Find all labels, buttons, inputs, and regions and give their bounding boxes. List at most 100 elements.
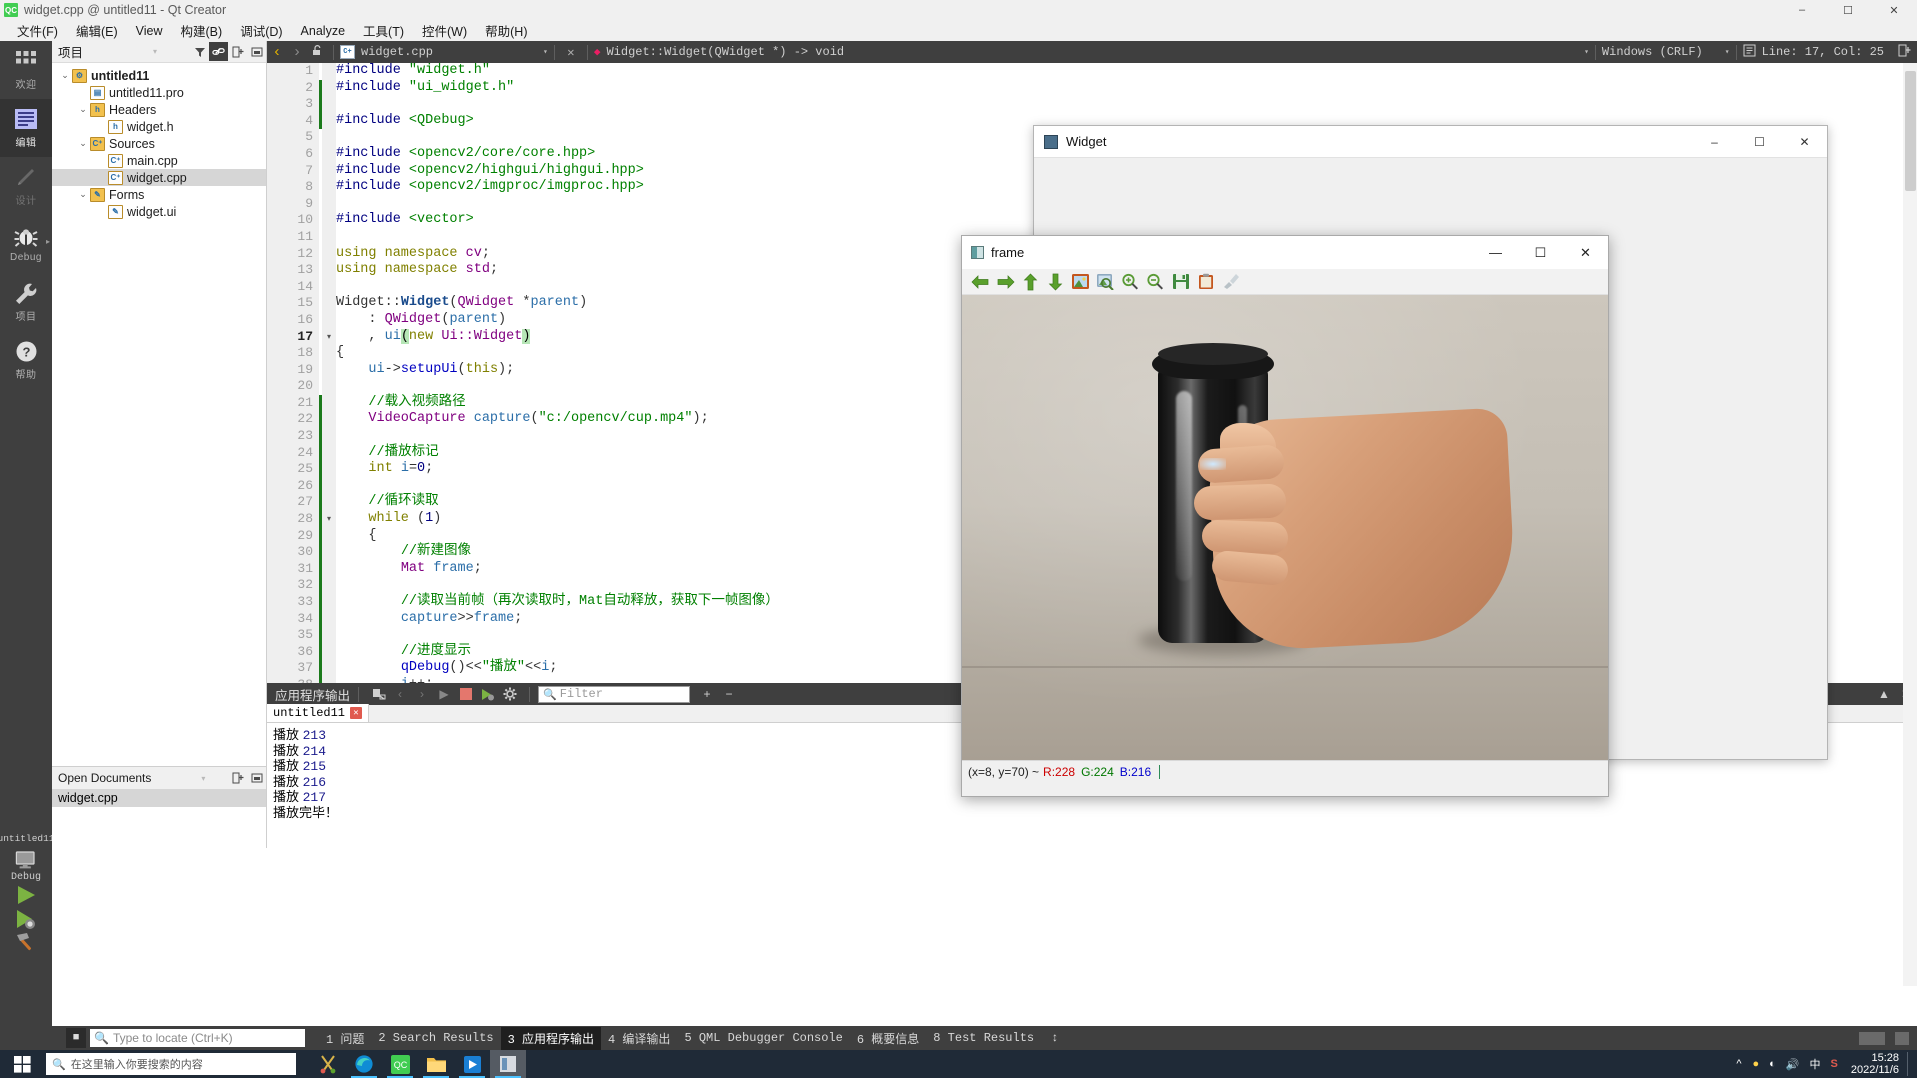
settings-icon[interactable] [499,684,521,704]
run-button[interactable] [0,883,52,907]
split-icon[interactable] [228,42,247,61]
split-editor-icon[interactable] [1898,44,1911,61]
tray-sogou-icon[interactable]: S [1826,1058,1843,1070]
menu-help[interactable]: 帮助(H) [476,19,536,42]
start-button-icon[interactable] [0,1050,44,1078]
menu-file[interactable]: 文件(F) [8,19,67,42]
tray-ime-icon[interactable]: 中 [1805,1056,1826,1072]
open-documents-dropdown-icon[interactable]: ▾ [201,774,205,783]
menu-edit[interactable]: 编辑(E) [67,19,127,42]
save-icon[interactable] [1168,270,1193,294]
editor-scrollbar-thumb[interactable] [1905,71,1916,191]
pan-right-icon[interactable] [993,270,1018,294]
show-desktop-button[interactable] [1907,1052,1913,1076]
frame-minimize-button[interactable]: — [1473,237,1518,269]
taskbar-qtcreator-icon[interactable]: QC [382,1050,418,1078]
mode-项目[interactable]: 项目 [0,273,52,331]
frame-window[interactable]: frame — ☐ ✕ (x=8, y=70) ~ R:228 G:224 B:… [961,235,1609,797]
output-pane-tab-2[interactable]: 2 Search Results [371,1028,500,1048]
next-item-icon[interactable]: › [411,684,433,704]
taskbar-explorer-icon[interactable] [418,1050,454,1078]
editor-symbol-label[interactable]: Widget::Widget(QWidget *) -> void [606,45,844,59]
mode-Debug[interactable]: Debug ▸ [0,215,52,273]
project-tree[interactable]: ⌄ ⚙ untitled11 ▤ untitled11.pro ⌄ h Headers h wid… [52,63,266,220]
mode-设计[interactable]: 设计 [0,157,52,215]
debug-run-icon[interactable] [477,684,499,704]
window-close-button[interactable]: ✕ [1871,0,1917,20]
close-icon[interactable] [247,42,266,61]
output-filter-box[interactable]: 🔍 Filter [538,685,691,703]
add-filter-button[interactable]: + [696,684,718,704]
mode-帮助[interactable]: ? 帮助 [0,331,52,389]
widget-close-button[interactable]: ✕ [1782,126,1827,157]
taskbar-search-input[interactable]: 🔍 在这里输入你要搜索的内容 [46,1053,296,1075]
menu-view[interactable]: View [127,22,172,40]
output-pane-tab-5[interactable]: 5 QML Debugger Console [677,1028,849,1048]
widget-minimize-button[interactable]: – [1692,126,1737,157]
locator-input[interactable]: 🔍 Type to locate (Ctrl+K) [90,1029,305,1047]
tree-item-untitled11[interactable]: ⌄ ⚙ untitled11 [52,67,266,84]
fold-toggle-icon[interactable]: ▾ [322,329,336,346]
output-pane-tab-4[interactable]: 4 编译输出 [601,1027,677,1050]
widget-maximize-button[interactable]: ☐ [1737,126,1782,157]
tray-update-icon[interactable]: ● [1748,1058,1765,1070]
fold-toggle-icon[interactable]: ▾ [322,511,336,528]
menu-debug[interactable]: 调试(D) [231,19,291,42]
frame-toolbar[interactable] [962,269,1608,295]
unlocked-icon[interactable] [307,44,327,60]
pan-up-icon[interactable] [1018,270,1043,294]
line-ending-selector[interactable]: Windows (CRLF) [1602,45,1703,59]
tray-network-icon[interactable]: ◐ [1764,1058,1781,1070]
output-pane-resize-handle[interactable]: ↕ [1051,1031,1058,1045]
prev-item-icon[interactable]: ‹ [389,684,411,704]
expand-toggle-icon[interactable]: ⌄ [76,138,90,149]
taskbar-clock[interactable]: 15:28 2022/11/6 [1851,1052,1899,1076]
link-icon[interactable] [209,42,228,61]
output-pane-tab-1[interactable]: 1 问题 [319,1027,371,1050]
copy-icon[interactable] [1193,270,1218,294]
navigate-back-button[interactable]: ‹ [267,44,287,61]
navigate-forward-button[interactable]: › [287,44,307,61]
expand-toggle-icon[interactable]: ⌄ [76,104,90,115]
frame-maximize-button[interactable]: ☐ [1518,237,1563,269]
tree-item-widget-ui[interactable]: ✎ widget.ui [52,203,266,220]
mode-编辑[interactable]: 编辑 [0,99,52,157]
zoom-in-icon[interactable] [1118,270,1143,294]
code-folding-bar[interactable]: ▾ ▾ [322,63,336,683]
project-panel-dropdown-icon[interactable]: ▾ [153,47,157,56]
pan-down-icon[interactable] [1043,270,1068,294]
output-pane-tab-3[interactable]: 3 应用程序输出 [500,1026,602,1050]
pan-left-icon[interactable] [968,270,993,294]
split-icon[interactable] [228,769,247,788]
zoom-fit-icon[interactable] [1093,270,1118,294]
window-minimize-button[interactable]: – [1779,0,1825,20]
taskbar-app-icon[interactable] [490,1050,526,1078]
stop-icon[interactable] [455,684,477,704]
locator-mode-button[interactable]: ■ [66,1028,86,1048]
output-pane-tab-8[interactable]: 8 Test Results [926,1028,1041,1048]
menu-widgets[interactable]: 控件(W) [413,19,476,42]
close-editor-button[interactable]: ✕ [561,45,581,60]
tree-item-untitled11-pro[interactable]: ▤ untitled11.pro [52,84,266,101]
taskbar-store-icon[interactable] [454,1050,490,1078]
menu-analyze[interactable]: Analyze [292,22,354,40]
chevron-down-icon[interactable]: ▾ [1725,47,1730,57]
tray-expand-icon[interactable]: ^ [1730,1058,1747,1070]
zoom-out-icon[interactable] [1143,270,1168,294]
code-line[interactable]: #include "widget.h" [336,63,1899,80]
window-maximize-button[interactable]: ☐ [1825,0,1871,20]
menu-build[interactable]: 构建(B) [172,19,232,42]
chevron-right-icon[interactable]: ▸ [46,237,50,246]
frame-close-button[interactable]: ✕ [1563,237,1608,269]
tree-item-headers[interactable]: ⌄ h Headers [52,101,266,118]
editor-scrollbar[interactable] [1903,63,1917,683]
code-line[interactable]: #include "ui_widget.h" [336,80,1899,97]
mode-欢迎[interactable]: 欢迎 [0,41,52,99]
open-document-item[interactable]: widget.cpp [52,789,266,807]
output-tab-untitled11[interactable]: untitled11 ✕ [267,704,370,722]
text-encoding-icon[interactable] [1743,44,1756,61]
tray-volume-icon[interactable]: 🔊 [1781,1058,1805,1071]
chevron-down-icon[interactable]: ▾ [1584,47,1589,57]
expand-toggle-icon[interactable]: ⌄ [76,189,90,200]
tree-item-widget-cpp[interactable]: C⁺ widget.cpp [52,169,266,186]
